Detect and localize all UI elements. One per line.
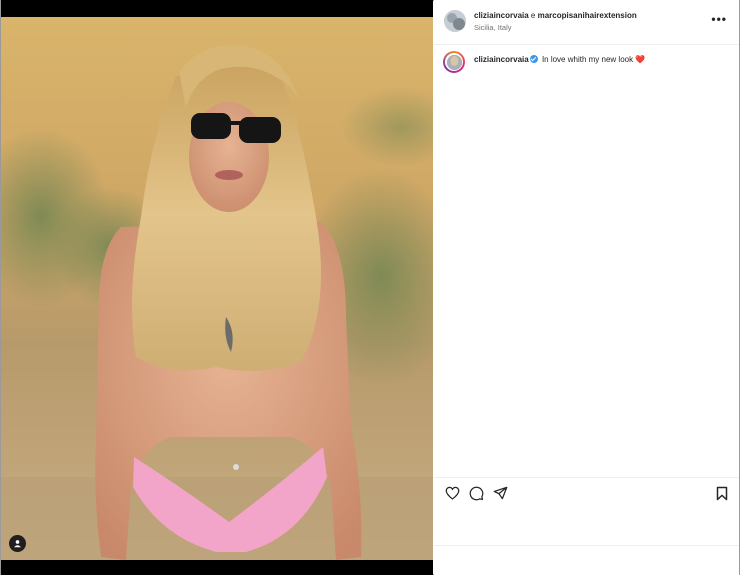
user-tag-icon[interactable] [9,535,26,552]
header-join-word: e [528,11,538,20]
actions-divider [434,477,739,478]
more-horizontal-icon[interactable]: ••• [711,12,727,26]
collab-usernames: cliziaincorvaia e marcopisanihairextensi… [474,11,637,20]
bookmark-icon[interactable] [713,484,731,502]
heart-emoji: ❤️ [635,55,646,64]
comment-divider [434,545,739,546]
avatar[interactable] [446,54,462,70]
post-header: cliziaincorvaia e marcopisanihairextensi… [434,0,739,45]
caption-username[interactable]: cliziaincorvaia [474,55,529,64]
post-sidebar: cliziaincorvaia e marcopisanihairextensi… [434,0,739,575]
caption-row: cliziaincorvaia In love whith my new loo… [443,51,733,77]
post-photo[interactable] [1,17,433,560]
media-top-letterbox [1,0,433,17]
collab-avatar[interactable] [444,10,466,32]
caption-text-block: cliziaincorvaia In love whith my new loo… [474,55,645,64]
verified-badge-icon [529,55,538,63]
media-bottom-letterbox [1,560,433,575]
header-username-2[interactable]: marcopisanihairextension [538,11,637,20]
story-ring[interactable] [443,51,465,73]
comment-icon[interactable] [467,484,485,502]
caption-text: In love whith my new look [541,55,634,64]
header-username-1[interactable]: cliziaincorvaia [474,11,529,20]
share-icon[interactable] [491,484,509,502]
heart-icon[interactable] [443,484,461,502]
action-bar [434,484,739,506]
post-location[interactable]: Sicilia, Italy [474,23,512,32]
post-media[interactable] [1,0,433,575]
